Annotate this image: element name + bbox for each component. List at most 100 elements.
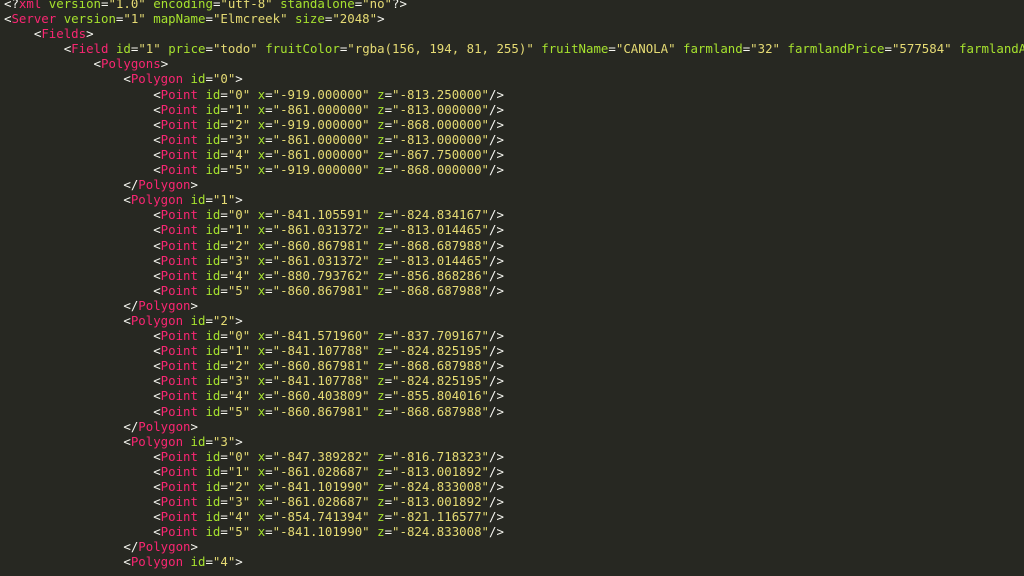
code-line[interactable]: <?xml version="1.0" encoding="utf-8" sta… (4, 0, 1024, 11)
code-line[interactable]: <Point id="1" x="-841.107788" z="-824.82… (4, 343, 1024, 358)
attribute-value: "-856.868286" (392, 267, 490, 283)
attribute-value: "-861.031372" (272, 252, 370, 268)
tag-open-bracket: < (153, 222, 161, 238)
equals-sign: = (220, 494, 228, 510)
code-line[interactable]: <Polygons> (4, 56, 1024, 71)
code-line[interactable]: <Point id="5" x="-919.000000" z="-868.00… (4, 162, 1024, 177)
tag-name: Polygon (138, 177, 191, 193)
tag-name: Point (160, 131, 198, 147)
attribute-value: "-868.687988" (392, 237, 490, 253)
code-line[interactable]: <Point id="0" x="-919.000000" z="-813.25… (4, 87, 1024, 102)
equals-sign: = (384, 494, 393, 510)
attribute-name: size (295, 11, 325, 27)
attribute-value: "0" (227, 86, 251, 102)
code-line[interactable]: <Point id="5" x="-860.867981" z="-868.68… (4, 283, 1024, 298)
attribute-name: version (48, 0, 101, 11)
attribute-value: "-824.833008" (392, 479, 490, 494)
attribute-value: "-837.709167" (392, 328, 490, 344)
equals-sign: = (265, 237, 273, 253)
equals-sign: = (384, 479, 393, 494)
code-line[interactable]: <Point id="3" x="-841.107788" z="-824.82… (4, 373, 1024, 388)
code-line[interactable]: <Point id="3" x="-861.028687" z="-813.00… (4, 494, 1024, 509)
xml-code-area[interactable]: <?xml version = "1.0" encoding = "utf-8" sta… (4, 0, 1024, 576)
code-line[interactable]: <Point id="1" x="-861.000000" z="-813.00… (4, 102, 1024, 117)
attribute-name: id (190, 192, 206, 208)
code-line[interactable]: <Point id="4" x="-861.000000" z="-867.75… (4, 147, 1024, 162)
code-line[interactable]: <Point id="5" x="-841.101990" z="-824.83… (4, 524, 1024, 539)
equals-sign: = (384, 463, 393, 479)
attribute-value: "32" (750, 41, 781, 57)
equals-sign: = (220, 207, 228, 223)
code-line[interactable]: <Point id="2" x="-860.867981" z="-868.68… (4, 238, 1024, 253)
code-line[interactable]: </Polygon> (4, 177, 1024, 192)
code-line[interactable]: <Point id="3" x="-861.000000" z="-813.00… (4, 132, 1024, 147)
attribute-value: "-841.571960" (272, 328, 370, 344)
code-line[interactable]: <Point id="0" x="-841.571960" z="-837.70… (4, 328, 1024, 343)
code-line[interactable]: <Point id="2" x="-860.867981" z="-868.68… (4, 358, 1024, 373)
code-line[interactable]: <Server version="1" mapName="Elmcreek" s… (4, 11, 1024, 26)
tag-close-bracket: /> (489, 162, 504, 178)
attribute-value: "5" (227, 162, 251, 178)
tag-close-bracket: /> (489, 267, 504, 283)
attribute-name: id (205, 479, 221, 494)
attribute-value: "-868.687988" (392, 358, 490, 374)
code-line[interactable]: <Point id="4" x="-880.793762" z="-856.86… (4, 268, 1024, 283)
attribute-value: "-854.741394" (272, 509, 370, 525)
tag-name: Point (160, 343, 198, 359)
code-line[interactable]: <Point id="4" x="-854.741394" z="-821.11… (4, 509, 1024, 524)
attribute-name: id (205, 162, 221, 178)
equals-sign: = (384, 358, 393, 374)
code-line[interactable]: <Field id="1" price="todo" fruitColor="r… (4, 41, 1024, 56)
tag-name: Server (11, 11, 57, 27)
tag-name: Polygon (130, 554, 184, 570)
code-line[interactable]: <Polygon id="2"> (4, 313, 1024, 328)
code-line[interactable]: <Fields> (4, 26, 1024, 41)
attribute-value: "2048" (332, 11, 378, 27)
equals-sign: = (265, 162, 273, 178)
equals-sign: = (384, 403, 393, 419)
attribute-value: "2" (227, 358, 251, 374)
code-line[interactable]: <Point id="0" x="-847.389282" z="-816.71… (4, 449, 1024, 464)
tag-close-bracket: > (235, 192, 243, 208)
tag-close-bracket: > (160, 56, 169, 72)
equals-sign: = (384, 101, 393, 117)
code-line[interactable]: </Polygon> (4, 419, 1024, 434)
equals-sign: = (265, 101, 273, 117)
code-line[interactable]: <Polygon id="3"> (4, 434, 1024, 449)
tag-open-bracket: < (153, 101, 161, 117)
code-line[interactable]: <Point id="2" x="-919.000000" z="-868.00… (4, 117, 1024, 132)
code-line[interactable]: <Point id="0" x="-841.105591" z="-824.83… (4, 207, 1024, 222)
code-line[interactable]: <Point id="3" x="-861.031372" z="-813.01… (4, 253, 1024, 268)
attribute-name: z (377, 343, 385, 359)
attribute-name: z (377, 463, 385, 479)
code-line[interactable]: <Point id="2" x="-841.101990" z="-824.83… (4, 479, 1024, 494)
attribute-value: "4" (227, 388, 251, 404)
code-line[interactable]: <Point id="1" x="-861.028687" z="-813.00… (4, 464, 1024, 479)
attribute-name: standalone (280, 0, 355, 11)
equals-sign: = (265, 282, 273, 298)
tag-open-bracket: < (153, 463, 161, 479)
equals-sign: = (220, 403, 228, 419)
code-line[interactable]: <Point id="1" x="-861.031372" z="-813.01… (4, 222, 1024, 237)
attribute-value: "-861.028687" (272, 463, 370, 479)
attribute-name: z (377, 267, 385, 283)
code-line[interactable]: <Polygon id="4"> (4, 554, 1024, 569)
tag-name: Point (160, 403, 198, 419)
tag-close-bracket: /> (489, 86, 504, 102)
code-line[interactable]: <Polygon id="0"> (4, 71, 1024, 86)
tag-open-bracket: < (153, 524, 161, 540)
tag-name: Point (160, 207, 198, 223)
tag-close-bracket: /> (489, 448, 504, 464)
attribute-value: "utf-8" (220, 0, 273, 11)
code-editor[interactable]: <?xml version = "1.0" encoding = "utf-8" sta… (0, 0, 1024, 576)
attribute-name: id (205, 403, 221, 419)
code-line[interactable]: </Polygon> (4, 539, 1024, 554)
attribute-value: "-841.101990" (272, 524, 370, 540)
code-line[interactable]: <Point id="4" x="-860.403809" z="-855.80… (4, 388, 1024, 403)
attribute-name: z (377, 162, 385, 178)
code-line[interactable]: <Point id="5" x="-860.867981" z="-868.68… (4, 404, 1024, 419)
tag-close-bracket: /> (489, 494, 504, 510)
code-line[interactable]: </Polygon> (4, 298, 1024, 313)
code-line[interactable]: <Polygon id="1"> (4, 192, 1024, 207)
attribute-name: z (377, 237, 385, 253)
